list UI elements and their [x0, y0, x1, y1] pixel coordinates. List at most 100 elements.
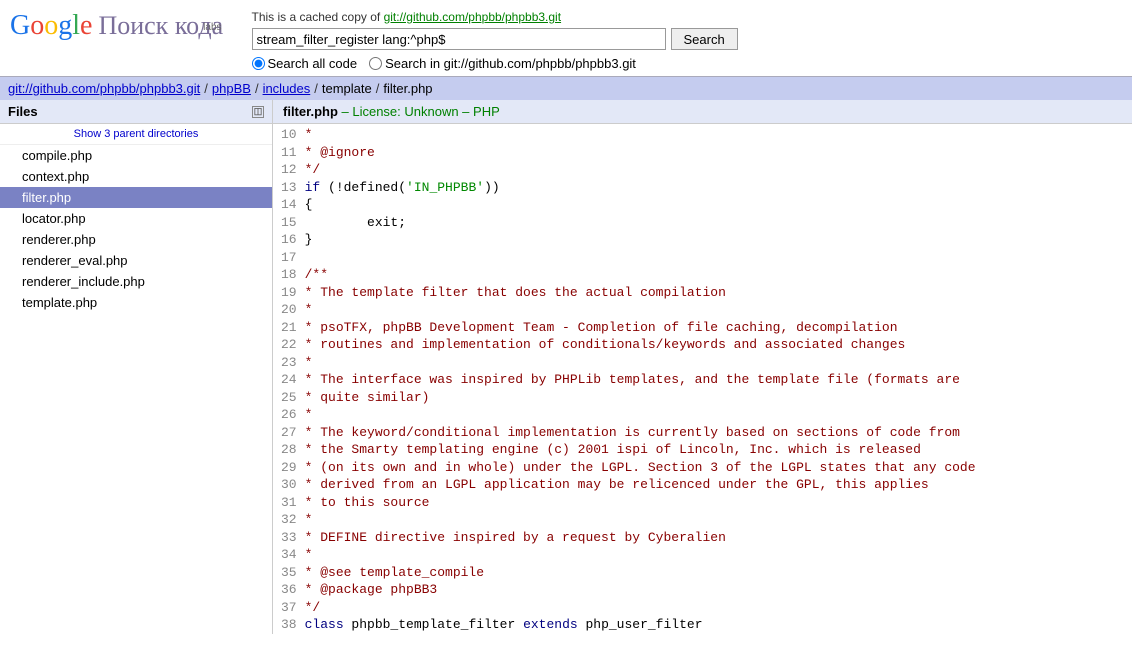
line-number: 18: [281, 266, 297, 284]
code-line: }: [305, 231, 976, 249]
code-line: * The template filter that does the actu…: [305, 284, 976, 302]
radio-this-repo-input[interactable]: [369, 57, 382, 70]
radio-all-code-input[interactable]: [252, 57, 265, 70]
code-line: class phpbb_template_filter extends php_…: [305, 616, 976, 634]
search-area: This is a cached copy of git://github.co…: [252, 10, 1122, 71]
file-list-item[interactable]: renderer.php: [0, 229, 272, 250]
logo[interactable]: Google Поиск кода labs: [10, 10, 242, 42]
line-number: 32: [281, 511, 297, 529]
line-number: 22: [281, 336, 297, 354]
breadcrumb-segment: template: [322, 81, 372, 96]
code-line: * @package phpBB3: [305, 581, 976, 599]
files-panel-header: Files ◫: [0, 100, 272, 124]
line-number: 29: [281, 459, 297, 477]
line-number: 20: [281, 301, 297, 319]
line-number: 25: [281, 389, 297, 407]
current-filename: filter.php: [283, 104, 338, 119]
code-line: * The interface was inspired by PHPLib t…: [305, 371, 976, 389]
file-list-item[interactable]: renderer_eval.php: [0, 250, 272, 271]
search-scope-radios: Search all code Search in git://github.c…: [252, 56, 1122, 71]
main-panel: filter.php – License: Unknown – PHP 1011…: [273, 100, 1132, 634]
radio-this-repo[interactable]: Search in git://github.com/phpbb/phpbb3.…: [369, 56, 636, 71]
file-title-bar: filter.php – License: Unknown – PHP: [273, 100, 1132, 124]
line-number: 38: [281, 616, 297, 634]
code-line: if (!defined('IN_PHPBB')): [305, 179, 976, 197]
line-number: 33: [281, 529, 297, 547]
line-number: 36: [281, 581, 297, 599]
cached-notice: This is a cached copy of git://github.co…: [252, 10, 1122, 24]
code-line: *: [305, 301, 976, 319]
code-line: */: [305, 161, 976, 179]
show-parent-dirs-link[interactable]: Show 3 parent directories: [0, 124, 272, 145]
cached-prefix: This is a cached copy of: [252, 10, 384, 24]
cached-url-link[interactable]: git://github.com/phpbb/phpbb3.git: [384, 10, 561, 24]
code-line: * @ignore: [305, 144, 976, 162]
code-line: /**: [305, 266, 976, 284]
line-number-gutter: 1011121314151617181920212223242526272829…: [273, 126, 305, 634]
line-number: 35: [281, 564, 297, 582]
code-line: */: [305, 599, 976, 617]
file-list-item[interactable]: compile.php: [0, 145, 272, 166]
code-line: *: [305, 406, 976, 424]
file-list-item[interactable]: locator.php: [0, 208, 272, 229]
code-line: *: [305, 126, 976, 144]
code-line: {: [305, 196, 976, 214]
line-number: 26: [281, 406, 297, 424]
line-number: 34: [281, 546, 297, 564]
code-line: * the Smarty templating engine (c) 2001 …: [305, 441, 976, 459]
file-list-item[interactable]: renderer_include.php: [0, 271, 272, 292]
code-line: * routines and implementation of conditi…: [305, 336, 976, 354]
file-list: compile.phpcontext.phpfilter.phplocator.…: [0, 145, 272, 313]
code-line: * DEFINE directive inspired by a request…: [305, 529, 976, 547]
license-info: – License: Unknown – PHP: [338, 104, 500, 119]
line-number: 37: [281, 599, 297, 617]
line-number: 13: [281, 179, 297, 197]
code-line: * The keyword/conditional implementation…: [305, 424, 976, 442]
line-number: 17: [281, 249, 297, 267]
sidebar: Files ◫ Show 3 parent directories compil…: [0, 100, 273, 634]
code-line: [305, 249, 976, 267]
breadcrumb-segment[interactable]: git://github.com/phpbb/phpbb3.git: [8, 81, 200, 96]
line-number: 14: [281, 196, 297, 214]
breadcrumb: git://github.com/phpbb/phpbb3.git/phpBB/…: [0, 76, 1132, 100]
collapse-icon[interactable]: ◫: [252, 106, 264, 118]
file-list-item[interactable]: filter.php: [0, 187, 272, 208]
code-line: *: [305, 511, 976, 529]
code-line: *: [305, 546, 976, 564]
code-line: * to this source: [305, 494, 976, 512]
line-number: 10: [281, 126, 297, 144]
code-line: * derived from an LGPL application may b…: [305, 476, 976, 494]
breadcrumb-segment[interactable]: includes: [263, 81, 311, 96]
google-logo-text: Google: [10, 10, 92, 42]
code-line: exit;: [305, 214, 976, 232]
content: Files ◫ Show 3 parent directories compil…: [0, 100, 1132, 634]
file-list-item[interactable]: context.php: [0, 166, 272, 187]
code-line: *: [305, 354, 976, 372]
code-content: ** @ignore*/if (!defined('IN_PHPBB')){ e…: [305, 126, 986, 634]
breadcrumb-segment[interactable]: phpBB: [212, 81, 251, 96]
code-line: * (on its own and in whole) under the LG…: [305, 459, 976, 477]
line-number: 19: [281, 284, 297, 302]
breadcrumb-segment: filter.php: [383, 81, 432, 96]
line-number: 21: [281, 319, 297, 337]
line-number: 15: [281, 214, 297, 232]
search-row: Search: [252, 28, 1122, 50]
code-line: * psoTFX, phpBB Development Team - Compl…: [305, 319, 976, 337]
line-number: 11: [281, 144, 297, 162]
logo-labs-badge: labs: [203, 22, 221, 33]
code-line: * @see template_compile: [305, 564, 976, 582]
line-number: 30: [281, 476, 297, 494]
line-number: 31: [281, 494, 297, 512]
line-number: 23: [281, 354, 297, 372]
line-number: 27: [281, 424, 297, 442]
file-list-item[interactable]: template.php: [0, 292, 272, 313]
line-number: 24: [281, 371, 297, 389]
line-number: 16: [281, 231, 297, 249]
radio-all-code[interactable]: Search all code: [252, 56, 358, 71]
line-number: 12: [281, 161, 297, 179]
header: Google Поиск кода labs This is a cached …: [0, 0, 1132, 76]
code-viewer: 1011121314151617181920212223242526272829…: [273, 124, 1132, 634]
search-input[interactable]: [252, 28, 666, 50]
search-button[interactable]: Search: [671, 28, 738, 50]
code-line: * quite similar): [305, 389, 976, 407]
